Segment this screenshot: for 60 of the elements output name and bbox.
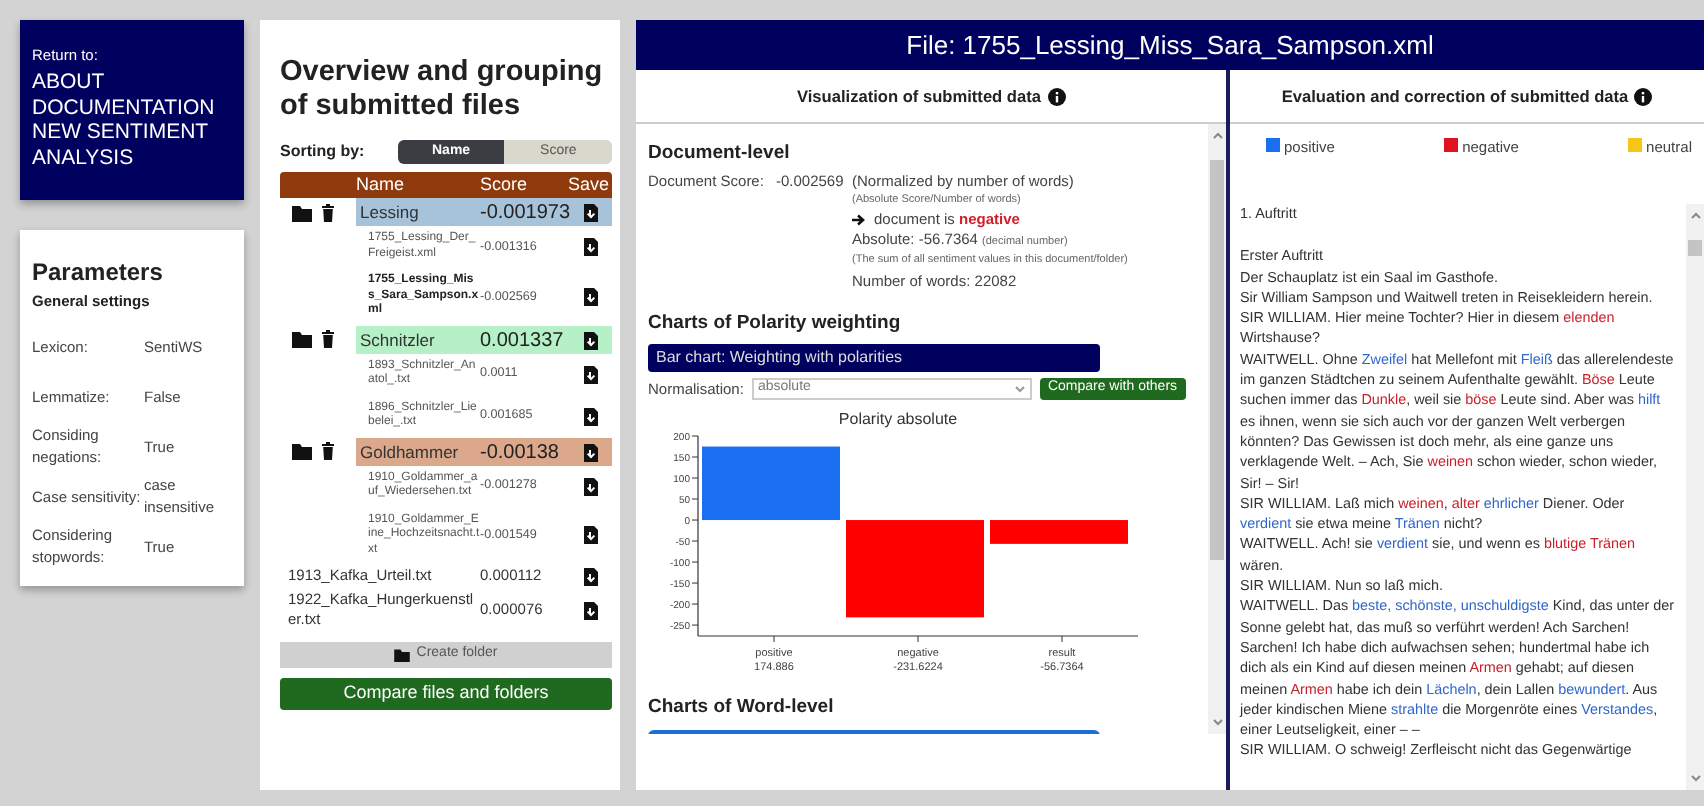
folder-icon bbox=[292, 330, 312, 348]
save-icon bbox=[583, 331, 597, 349]
save-icon bbox=[583, 443, 597, 461]
nav-link[interactable]: DOCUMENTATION bbox=[32, 95, 215, 121]
trash-icon bbox=[322, 330, 334, 348]
folder-name: Lessing bbox=[358, 200, 421, 226]
parameters-title: Parameters bbox=[32, 258, 165, 287]
folder-icon bbox=[394, 648, 411, 662]
folder-icon bbox=[292, 442, 312, 460]
bar bbox=[990, 519, 1128, 544]
save-icon bbox=[583, 477, 597, 495]
section-heading: Document-level bbox=[648, 140, 792, 168]
save-icon bbox=[583, 204, 597, 222]
caret-icon bbox=[1013, 383, 1026, 394]
scroll-up-icon bbox=[1211, 130, 1223, 140]
column-header: Save bbox=[568, 172, 612, 198]
trash-icon bbox=[322, 442, 334, 460]
column-header: Name bbox=[356, 172, 407, 198]
folder-row[interactable]: Goldhammer -0.00138 bbox=[356, 437, 612, 465]
sort-label: Sorting by: bbox=[280, 140, 367, 164]
save-icon bbox=[583, 287, 597, 306]
trash-icon bbox=[322, 203, 334, 221]
folder-name: Schnitzler bbox=[358, 327, 437, 353]
info-icon bbox=[1047, 87, 1065, 105]
save-icon bbox=[583, 601, 597, 619]
section-heading: Charts of Polarity weighting bbox=[648, 310, 903, 339]
section-heading: Charts of Word-level bbox=[648, 693, 836, 722]
folder-score: 0.001337 bbox=[480, 327, 566, 355]
save-icon bbox=[583, 365, 597, 383]
scrollbar-thumb[interactable] bbox=[1210, 160, 1224, 560]
chart-title: Polarity absolute bbox=[836, 407, 960, 432]
arrow-icon bbox=[852, 214, 866, 226]
info-icon bbox=[1634, 87, 1653, 105]
folder-row[interactable]: Schnitzler 0.001337 bbox=[356, 325, 612, 353]
bar bbox=[702, 446, 840, 520]
panel-title: Overview and grouping of submitted files bbox=[280, 56, 605, 124]
compare-button[interactable]: Compare files and folders bbox=[280, 678, 612, 710]
file-title: File: 1755_Lessing_Miss_Sara_Sampson.xml bbox=[636, 20, 1704, 70]
folder-row[interactable]: Lessing -0.001973 bbox=[356, 198, 612, 226]
scrollbar-thumb[interactable] bbox=[1688, 240, 1702, 256]
folder-score: -0.00138 bbox=[480, 439, 561, 467]
bar bbox=[846, 519, 984, 617]
accordion-header[interactable]: Bar chart: Weighting with polarities bbox=[648, 343, 1100, 371]
scroll-up-icon bbox=[1689, 210, 1701, 220]
column-title: Evaluation and correction of submitted data bbox=[1281, 83, 1629, 109]
folder-score: -0.001973 bbox=[480, 200, 568, 228]
scroll-down-icon bbox=[1689, 774, 1701, 784]
save-icon bbox=[583, 567, 597, 585]
folder-icon bbox=[292, 203, 312, 221]
save-icon bbox=[583, 238, 597, 256]
save-icon bbox=[583, 526, 597, 545]
column-header: Score bbox=[480, 172, 530, 198]
scrollbar[interactable] bbox=[1208, 124, 1226, 734]
column-title: Visualization of submitted data bbox=[796, 83, 1041, 109]
save-icon bbox=[583, 407, 597, 425]
scrollbar[interactable] bbox=[1686, 204, 1704, 790]
nav-link[interactable]: NEW SENTIMENT ANALYSIS bbox=[32, 120, 232, 171]
nav-link[interactable]: ABOUT bbox=[32, 70, 105, 96]
scroll-down-icon bbox=[1211, 718, 1223, 728]
folder-name: Goldhammer bbox=[358, 439, 461, 465]
